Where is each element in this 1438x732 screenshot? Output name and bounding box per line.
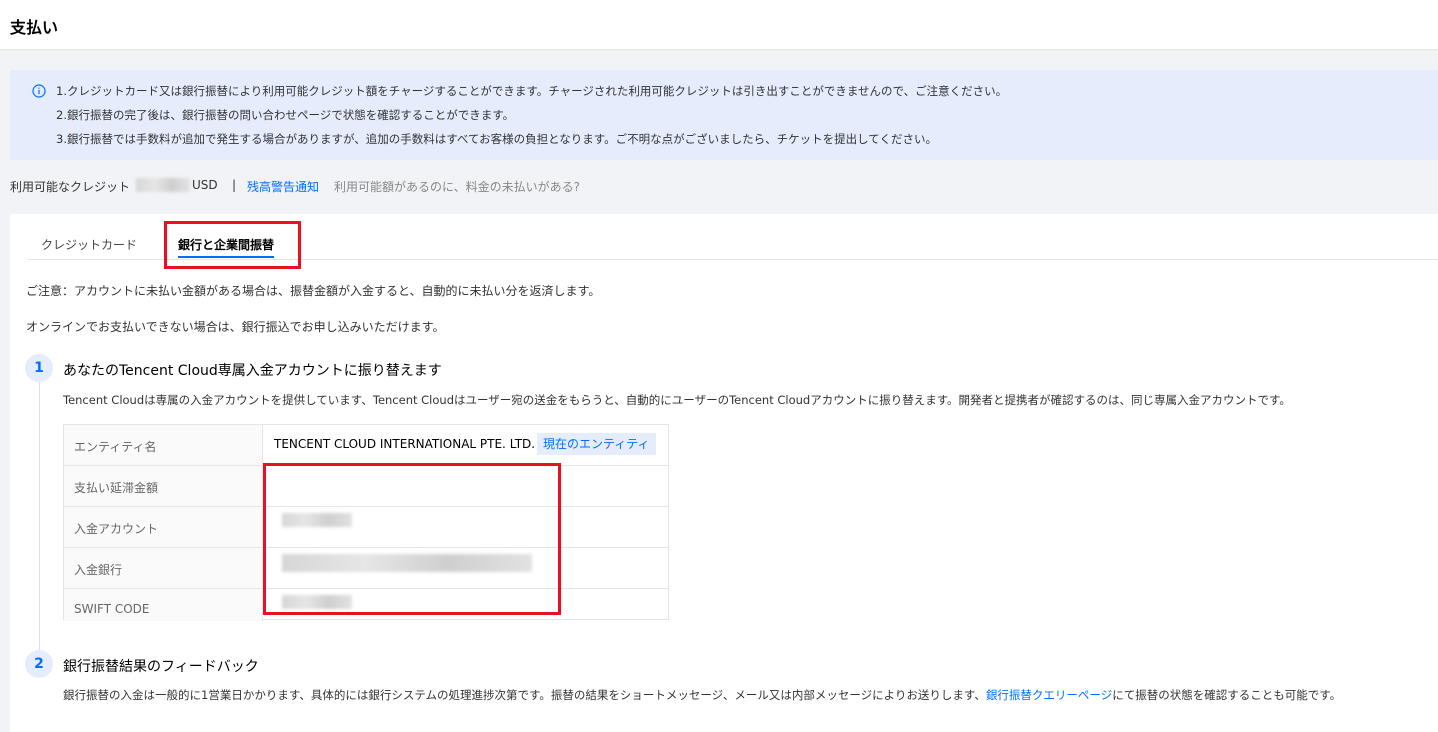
entity-value: TENCENT CLOUD INTERNATIONAL PTE. LTD.: [274, 437, 536, 451]
step-2-desc-before: 銀行振替の入金は一般的に1営業日かかります、具体的には銀行システムの処理進捗次第…: [63, 688, 986, 702]
balance-alert-link[interactable]: 残高警告通知: [247, 178, 319, 195]
current-entity-badge: 現在のエンティティ: [537, 433, 656, 455]
step-2-title: 銀行振替結果のフィードバック: [63, 659, 259, 675]
offline-notice: オンラインでお支払いできない場合は、銀行振込でお申し込みいただけます。: [26, 320, 445, 334]
table-row-entity: エンティティ名 TENCENT CLOUD INTERNATIONAL PTE.…: [64, 425, 668, 466]
notice-banner: 1.クレジットカード又は銀行振替により利用可能クレジット額をチャージすることがで…: [10, 70, 1438, 160]
notice-line-1: 1.クレジットカード又は銀行振替により利用可能クレジット額をチャージすることがで…: [56, 84, 1008, 98]
notice-line-3: 3.銀行振替では手数料が追加で発生する場合がありますが、追加の手数料はすべてお客…: [56, 132, 937, 146]
entity-label: エンティティ名: [74, 440, 157, 454]
highlight-box-account-details: [263, 463, 561, 615]
page-header: 支払い: [0, 0, 1438, 50]
bank-transfer-query-link[interactable]: 銀行振替クエリーページ: [986, 688, 1112, 702]
step-connector: [39, 382, 40, 650]
tab-credit-card[interactable]: クレジットカード: [41, 236, 137, 253]
unpaid-question-link[interactable]: 利用可能額があるのに、料金の未払いがある?: [334, 178, 580, 195]
step-1-number: 1: [25, 354, 53, 382]
credit-bar: 利用可能なクレジット USD | 残高警告通知 利用可能額があるのに、料金の未払…: [10, 176, 1430, 196]
credit-separator: |: [232, 178, 237, 192]
payment-card: クレジットカード 銀行と企業間振替 ご注意：アカウントに未払い金額がある場合は、…: [10, 214, 1438, 732]
account-label: 入金アカウント: [74, 522, 159, 536]
step-2-description: 銀行振替の入金は一般的に1営業日かかります、具体的には銀行システムの処理進捗次第…: [63, 687, 1341, 703]
notice-line-2: 2.銀行振替の完了後は、銀行振替の問い合わせページで状態を確認することができます…: [56, 108, 515, 122]
credit-label: 利用可能なクレジット: [10, 180, 131, 194]
step-2-desc-after: にて振替の状態を確認することも可能です。: [1112, 688, 1342, 702]
info-icon: [32, 84, 46, 98]
step-2-number: 2: [25, 650, 53, 678]
highlight-box-tab: [164, 221, 301, 269]
unpaid-notice: ご注意：アカウントに未払い金額がある場合は、振替金額が入金すると、自動的に未払い…: [26, 284, 601, 298]
step-1-description: Tencent Cloudは専属の入金アカウントを提供しています、Tencent…: [63, 393, 1291, 407]
step-1-title: あなたのTencent Cloud専属入金アカウントに振り替えます: [63, 363, 442, 379]
overdue-label: 支払い延滞金額: [74, 481, 159, 495]
swift-label: SWIFT CODE: [74, 602, 150, 616]
credit-amount-redacted: [136, 178, 190, 192]
credit-currency: USD: [192, 178, 218, 192]
page-title: 支払い: [10, 18, 59, 37]
bank-label: 入金銀行: [74, 563, 123, 577]
